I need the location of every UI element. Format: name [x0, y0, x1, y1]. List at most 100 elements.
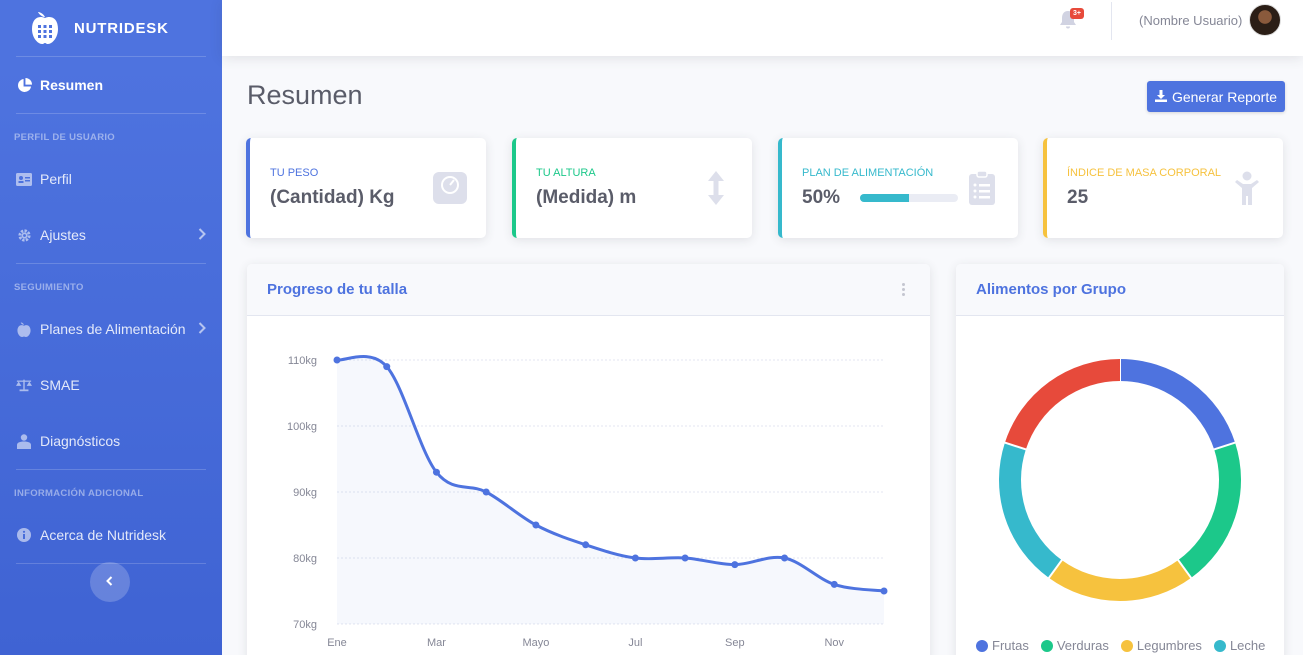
legend-label: Frutas — [992, 638, 1029, 653]
sidebar-item-perfil[interactable]: Perfil — [0, 151, 222, 207]
sidebar-item-label: SMAE — [40, 377, 80, 393]
donut-slice — [1004, 359, 1121, 450]
apple-logo-icon — [30, 11, 60, 45]
x-tick-label: Nov — [824, 637, 844, 649]
sidebar-toggle-button[interactable] — [90, 562, 130, 602]
vertical-arrows-icon — [698, 170, 734, 206]
sidebar-heading: INFORMACIÓN ADICIONAL — [14, 488, 144, 499]
topbar-divider — [1111, 2, 1112, 40]
stat-value: (Cantidad) Kg — [270, 187, 395, 208]
x-tick-label: Mayo — [522, 637, 549, 649]
donut-slice — [1048, 559, 1192, 601]
legend-item[interactable]: Legumbres — [1120, 638, 1202, 653]
donut-chart — [999, 358, 1241, 601]
download-icon — [1154, 89, 1167, 105]
stat-label: TU ALTURA — [536, 167, 596, 179]
sidebar-item-label: Resumen — [40, 77, 104, 93]
apple-icon — [16, 321, 32, 337]
data-point — [482, 488, 490, 496]
gear-icon — [16, 227, 32, 243]
x-tick-label: Ene — [327, 637, 347, 649]
donut-chart-title: Alimentos por Grupo — [976, 281, 1126, 298]
data-point — [781, 554, 789, 562]
brand-name: NUTRIDESK — [74, 19, 169, 37]
plan-progress-bar — [860, 194, 958, 202]
sidebar-item-diagnosticos[interactable]: Diagnósticos — [0, 413, 222, 469]
page-title: Resumen — [247, 80, 363, 110]
weight-scale-icon — [432, 170, 468, 206]
legend-swatch — [976, 639, 988, 652]
notification-badge: 3+ — [1070, 8, 1084, 19]
topbar: 3+ (Nombre Usuario) — [222, 0, 1303, 56]
stat-value: 50% — [802, 187, 841, 208]
stat-card-plan: PLAN DE ALIMENTACIÓN 50% — [778, 138, 1018, 238]
donut-chart-panel: Alimentos por Grupo Frutas Verduras Legumb… — [956, 264, 1284, 655]
donut-slice — [999, 442, 1063, 578]
generate-report-label: Generar Reporte — [1171, 88, 1278, 105]
child-icon — [1229, 170, 1265, 206]
balance-scale-icon — [16, 377, 32, 393]
legend-item[interactable]: Leche — [1213, 638, 1266, 653]
line-chart-title: Progreso de tu talla — [267, 281, 408, 298]
line-chart-header: Progreso de tu talla — [247, 264, 930, 316]
data-point — [631, 554, 639, 562]
user-md-icon — [16, 433, 32, 449]
sidebar-item-resumen[interactable]: Resumen — [0, 57, 222, 113]
data-point — [582, 541, 590, 549]
generate-report-button[interactable]: Generar Reporte — [1147, 81, 1285, 112]
legend-swatch — [1213, 639, 1226, 652]
legend-swatch — [1040, 639, 1053, 652]
legend-label: Verduras — [1056, 638, 1109, 653]
data-point — [432, 468, 440, 476]
sidebar-item-label: Acerca de Nutridesk — [40, 527, 167, 543]
sidebar-item-label: Ajustes — [40, 227, 86, 243]
y-tick-label: 80kg — [293, 553, 317, 565]
x-tick-label: Sep — [725, 637, 745, 649]
chevron-left-icon — [106, 573, 114, 591]
stat-card-altura: TU ALTURA (Medida) m — [512, 138, 752, 238]
donut-chart-header: Alimentos por Grupo — [956, 264, 1284, 316]
data-point — [731, 561, 739, 569]
data-point — [880, 587, 888, 595]
username[interactable]: (Nombre Usuario) — [1139, 13, 1242, 28]
legend-item[interactable]: Verduras — [1040, 638, 1109, 653]
stat-value: (Medida) m — [536, 187, 637, 208]
brand[interactable]: NUTRIDESK — [0, 0, 222, 56]
sidebar: NUTRIDESK Resumen PERFIL DE USUARIO Perf… — [0, 0, 222, 655]
line-chart: 110kg 100kg 90kg 80kg 70kg Ene Mar Mayo Jul Sep No… — [287, 355, 888, 649]
sidebar-item-smae[interactable]: SMAE — [0, 357, 222, 413]
sidebar-item-acerca[interactable]: Acerca de Nutridesk — [0, 507, 222, 563]
avatar[interactable] — [1249, 4, 1281, 36]
plan-progress-fill — [860, 194, 909, 202]
donut-slice — [1177, 442, 1241, 578]
info-circle-icon — [16, 527, 32, 543]
legend-item[interactable]: Frutas — [976, 638, 1029, 653]
line-chart-panel: Progreso de tu talla 110kg 100kg 90kg 80kg 7… — [247, 264, 930, 655]
y-tick-label: 90kg — [293, 487, 317, 499]
sidebar-item-planes[interactable]: Planes de Alimentación — [0, 301, 222, 357]
donut-slice — [1119, 359, 1236, 450]
stat-label: ÍNDICE DE MASA CORPORAL — [1067, 167, 1222, 179]
more-vertical-icon[interactable] — [896, 283, 910, 296]
donut-legend: Frutas Verduras Legumbres Leche — [976, 638, 1265, 653]
stat-label: PLAN DE ALIMENTACIÓN — [802, 167, 934, 179]
chevron-right-icon — [198, 321, 206, 337]
series-area — [337, 356, 884, 624]
x-tick-label: Mar — [427, 637, 446, 649]
data-point — [333, 356, 341, 364]
data-point — [532, 521, 540, 529]
sidebar-heading: SEGUIMIENTO — [14, 282, 84, 293]
id-card-icon — [16, 171, 32, 187]
sidebar-item-ajustes[interactable]: Ajustes — [0, 207, 222, 263]
stat-value: 25 — [1067, 187, 1089, 208]
y-tick-label: 110kg — [288, 355, 317, 367]
sidebar-item-label: Diagnósticos — [40, 433, 121, 449]
y-tick-label: 70kg — [293, 619, 317, 631]
chevron-right-icon — [198, 227, 206, 243]
stat-label: TU PESO — [270, 167, 319, 179]
y-tick-label: 100kg — [287, 421, 317, 433]
sidebar-item-label: Planes de Alimentación — [40, 321, 186, 337]
data-point — [830, 580, 838, 588]
x-tick-label: Jul — [628, 637, 642, 649]
legend-label: Leche — [1229, 638, 1266, 653]
